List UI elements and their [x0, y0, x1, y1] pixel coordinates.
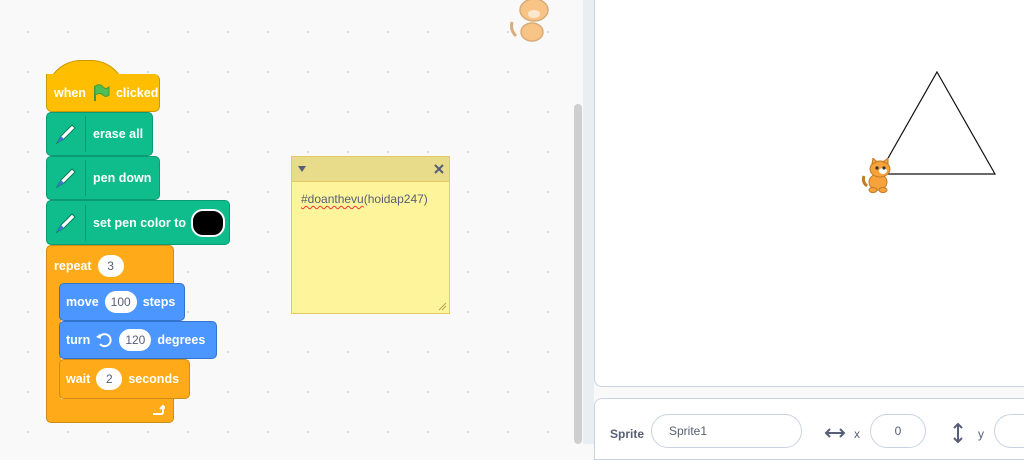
seconds-label: seconds: [128, 372, 180, 386]
close-icon[interactable]: [434, 164, 444, 174]
resize-handle-icon[interactable]: [437, 301, 447, 311]
set-pen-color-block[interactable]: set pen color to: [46, 200, 230, 245]
when-flag-clicked-block[interactable]: when clicked: [46, 74, 160, 112]
x-label: x: [854, 427, 860, 441]
turn-degrees-block[interactable]: turn 120 degrees: [59, 321, 217, 359]
sprite-name-value: Sprite1: [669, 424, 708, 438]
when-label: when: [54, 85, 86, 100]
rotate-left-icon: [96, 333, 112, 348]
wait-seconds-input[interactable]: 2: [96, 368, 123, 390]
drawn-triangle: [877, 70, 997, 175]
clicked-label: clicked: [115, 85, 159, 100]
x-value: 0: [894, 424, 902, 438]
pen-down-block[interactable]: pen down: [46, 156, 160, 200]
sprite-corner-thumbnail: [510, 0, 549, 42]
collapse-triangle-icon[interactable]: [297, 165, 307, 173]
move-steps-block[interactable]: move 100 steps: [59, 283, 185, 321]
horizontal-arrows-icon: [824, 428, 846, 438]
pen-icon: [47, 116, 86, 152]
pen-icon: [47, 160, 86, 196]
pen-down-label: pen down: [93, 171, 152, 185]
steps-label: steps: [142, 295, 176, 309]
y-position-input[interactable]: [994, 414, 1024, 448]
x-position-input[interactable]: 0: [870, 414, 926, 448]
sprite-name-input[interactable]: Sprite1: [651, 414, 802, 448]
set-pen-color-label: set pen color to: [93, 215, 187, 230]
y-label: y: [978, 427, 984, 441]
move-steps-input[interactable]: 100: [104, 291, 137, 313]
vertical-arrows-icon: [953, 422, 963, 444]
pen-icon: [47, 204, 86, 241]
stage-canvas[interactable]: [594, 0, 1024, 387]
note-text-tag: #doanthevu: [301, 192, 364, 206]
repeat-label: repeat: [54, 258, 92, 273]
repeat-times-input[interactable]: 3: [97, 254, 124, 277]
turn-label: turn: [66, 333, 91, 347]
sprite-label: Sprite: [610, 427, 645, 441]
erase-all-label: erase all: [93, 127, 144, 141]
panel-divider: [583, 0, 594, 444]
note-header[interactable]: [292, 157, 449, 182]
cat-sprite[interactable]: [861, 158, 895, 194]
repeat-block-footer: [46, 399, 174, 423]
workspace-scrollbar[interactable]: [574, 104, 582, 444]
note-text-rest: (hoidap247): [363, 192, 428, 206]
degrees-label: degrees: [157, 333, 206, 347]
turn-degrees-input[interactable]: 120: [119, 329, 152, 351]
wait-label: wait: [66, 372, 91, 386]
repeat-block[interactable]: repeat 3: [46, 245, 174, 285]
move-label: move: [66, 295, 99, 309]
note-text[interactable]: #doanthevu(hoidap247): [292, 182, 449, 216]
repeat-arrow-icon: [153, 404, 165, 415]
erase-all-block[interactable]: erase all: [46, 112, 153, 156]
wait-seconds-block[interactable]: wait 2 seconds: [59, 359, 190, 399]
pen-drawing: [877, 70, 997, 175]
pen-color-swatch[interactable]: [191, 208, 226, 237]
comment-note[interactable]: #doanthevu(hoidap247): [291, 156, 450, 314]
green-flag-icon: [93, 83, 110, 101]
